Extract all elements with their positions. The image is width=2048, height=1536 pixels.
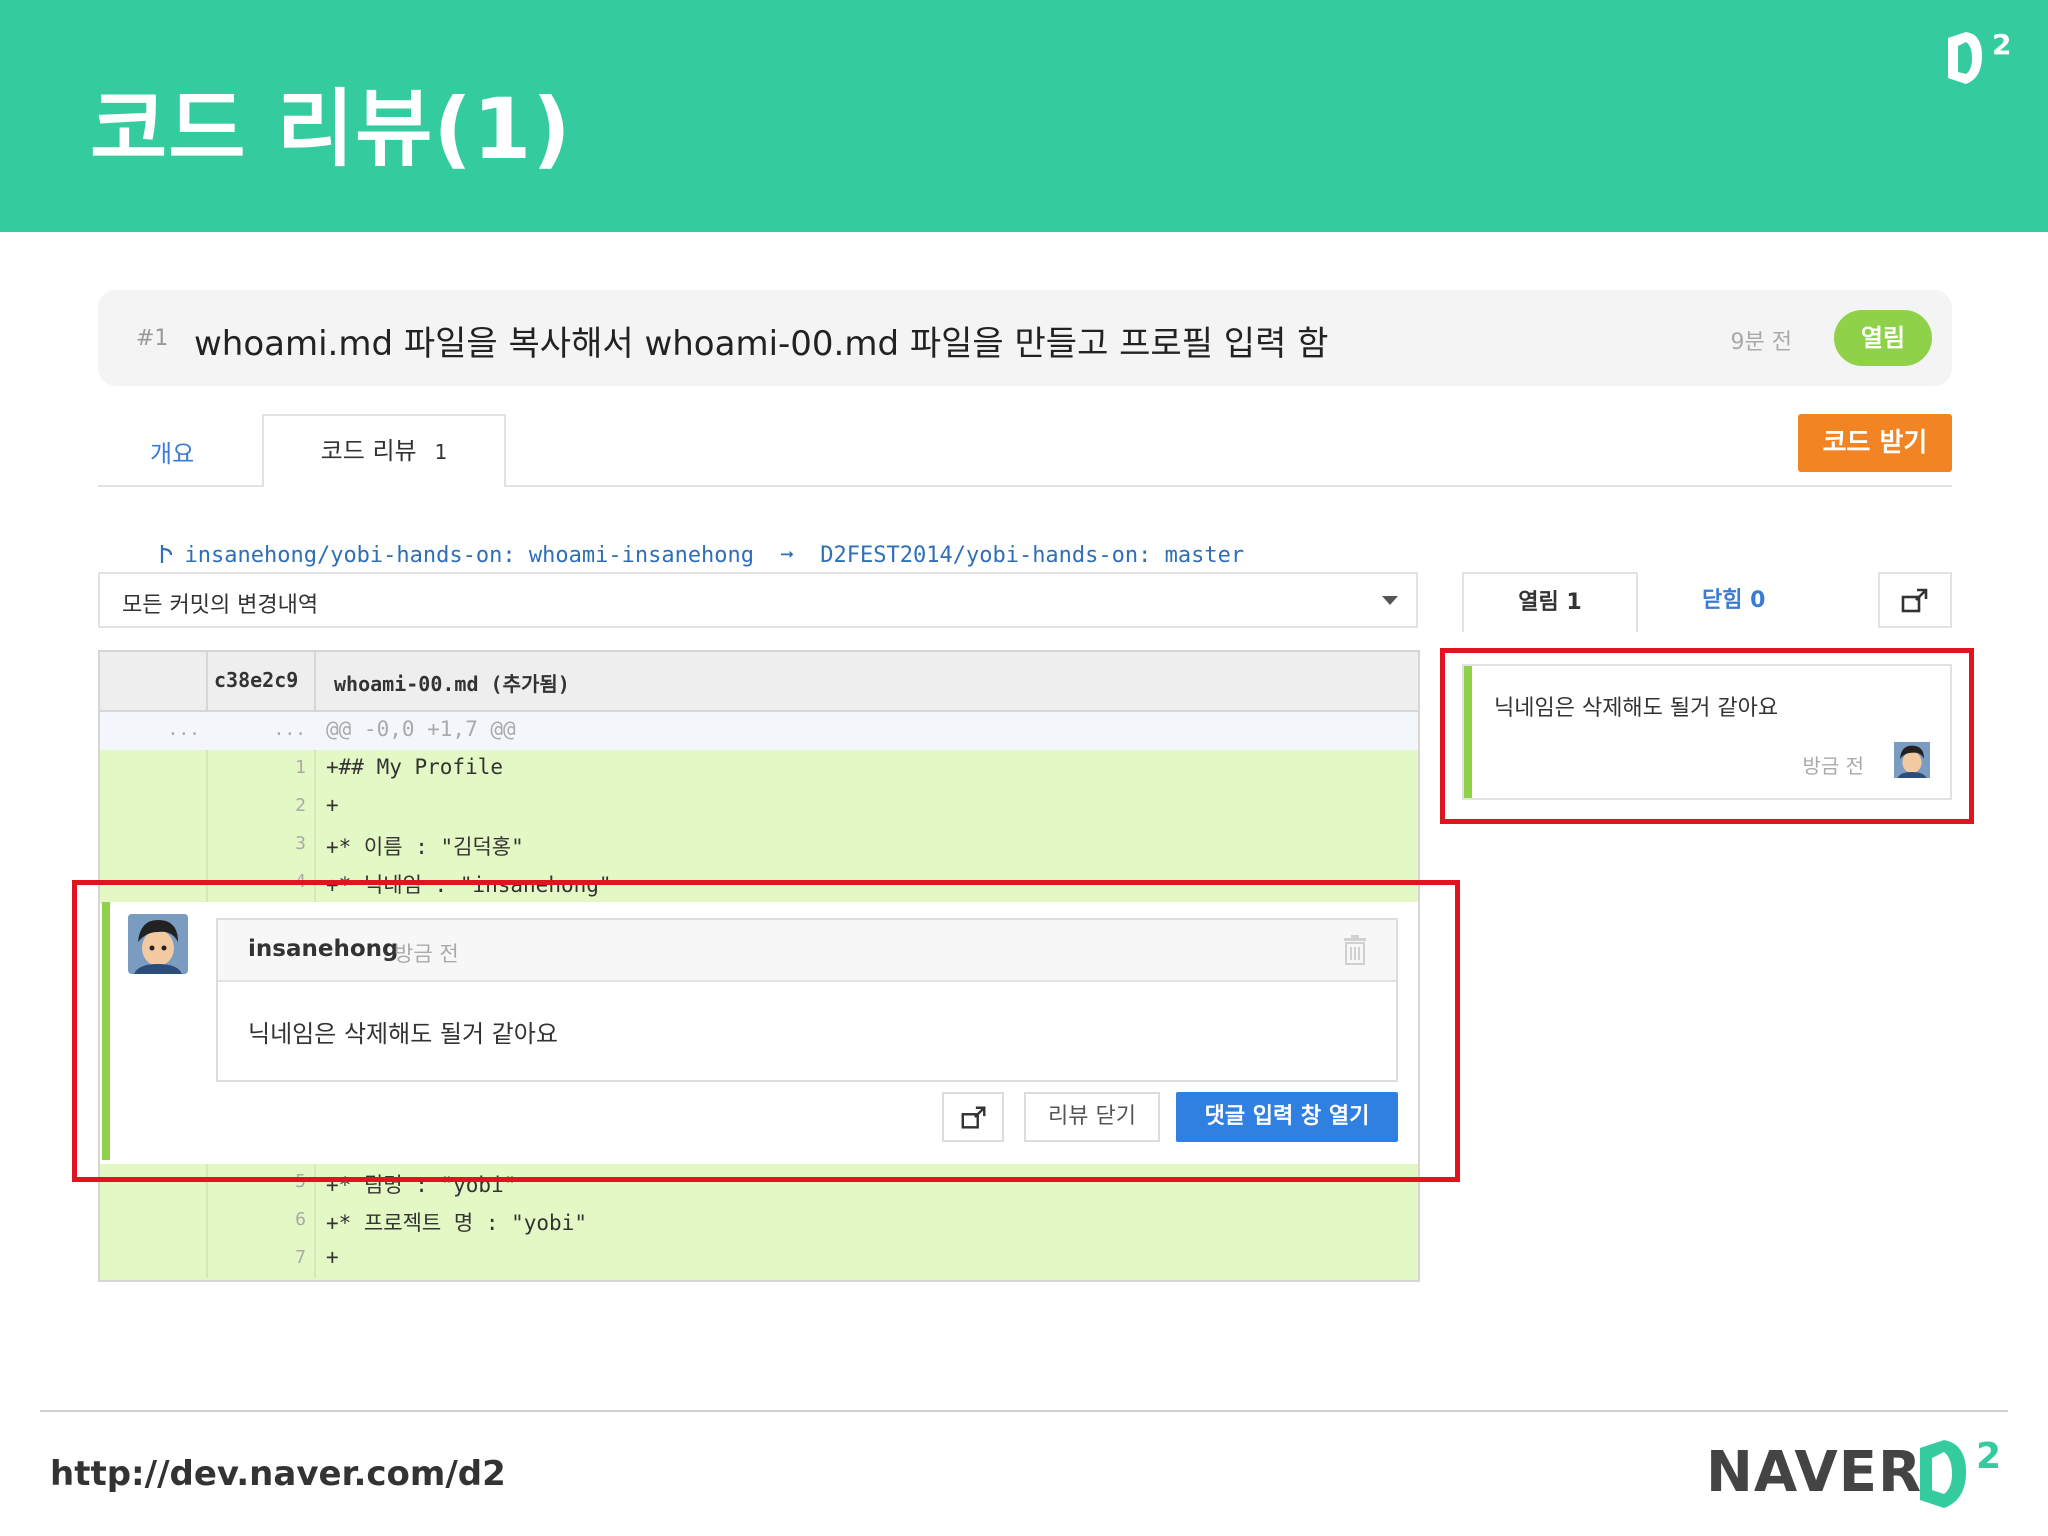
line-code: + (326, 793, 339, 817)
line-number: 6 (295, 1209, 306, 1230)
pull-request-title-bar: #1 whoami.md 파일을 복사해서 whoami-00.md 파일을 만… (98, 290, 1952, 386)
diff-line[interactable]: 2 + (100, 788, 1418, 826)
diff-file-name: whoami-00.md (추가됨) (334, 672, 570, 696)
line-number: 7 (295, 1247, 306, 1268)
line-code: + (326, 1245, 339, 1269)
get-code-button[interactable]: 코드 받기 (1798, 414, 1952, 472)
naver-logo-text: NAVER (1706, 1440, 1923, 1505)
review-status-tabs: 열림 1 닫힘 0 (1462, 572, 1952, 632)
popout-button[interactable] (1878, 572, 1952, 628)
footer-url[interactable]: http://dev.naver.com/d2 (50, 1454, 506, 1494)
tab-overview[interactable]: 개요 (150, 434, 194, 469)
tab-review-open[interactable]: 열림 1 (1462, 572, 1638, 632)
pr-status-badge: 열림 (1834, 310, 1932, 366)
tab-review-closed[interactable]: 닫힘 0 (1702, 572, 1765, 630)
tab-code-review-label: 코드 리뷰 (320, 437, 417, 465)
footer-divider (40, 1410, 2008, 1412)
slide-header: 코드 리뷰(1) 2 (0, 0, 2048, 232)
line-code: +* 이름 : "김덕홍" (326, 835, 524, 859)
branch-info: insanehong/yobi-hands-on: whoami-insaneh… (132, 518, 1244, 568)
slide-title: 코드 리뷰(1) (90, 80, 572, 178)
popout-icon (1901, 588, 1928, 613)
diff-hunk-row: ... ... @@ -0,0 +1,7 @@ (100, 712, 1418, 750)
d2-logo-icon: 2 (1948, 28, 2011, 84)
diff-header: c38e2c9 whoami-00.md (추가됨) (100, 652, 1418, 712)
diff-line[interactable]: 3 +* 이름 : "김덕홍" (100, 826, 1418, 864)
line-number: 3 (295, 833, 306, 854)
commit-filter-select[interactable]: 모든 커밋의 변경내역 (98, 572, 1418, 628)
svg-text:2: 2 (1976, 1436, 2001, 1477)
pr-time: 9분 전 (1730, 330, 1792, 355)
branch-text[interactable]: insanehong/yobi-hands-on: whoami-insaneh… (185, 543, 1245, 568)
diff-line[interactable]: 7 + (100, 1240, 1418, 1280)
pr-number: #1 (136, 326, 169, 351)
line-code: +## My Profile (326, 755, 504, 779)
commit-filter-value: 모든 커밋의 변경내역 (122, 593, 319, 618)
hunk-line-new: ... (273, 719, 306, 740)
highlight-box-review-card (1440, 648, 1974, 824)
chevron-down-icon (1382, 596, 1398, 605)
d2-logo-icon: 2 (1920, 1436, 2001, 1508)
highlight-box-inline-comment (72, 880, 1460, 1182)
hunk-line-old: ... (167, 719, 200, 740)
svg-text:2: 2 (1992, 28, 2011, 61)
commit-hash[interactable]: c38e2c9 (214, 668, 298, 692)
pr-title[interactable]: whoami.md 파일을 복사해서 whoami-00.md 파일을 만들고 … (194, 316, 1328, 365)
line-code: +* 프로젝트 명 : "yobi" (326, 1211, 587, 1235)
hunk-text: @@ -0,0 +1,7 @@ (326, 717, 516, 741)
diff-line[interactable]: 1 +## My Profile (100, 750, 1418, 788)
line-number: 1 (295, 757, 306, 778)
diff-line[interactable]: 6 +* 프로젝트 명 : "yobi" (100, 1202, 1418, 1240)
branch-icon (160, 545, 172, 563)
line-number: 2 (295, 795, 306, 816)
tab-code-review[interactable]: 코드 리뷰 1 (262, 414, 506, 487)
tab-code-review-count: 1 (434, 440, 448, 464)
